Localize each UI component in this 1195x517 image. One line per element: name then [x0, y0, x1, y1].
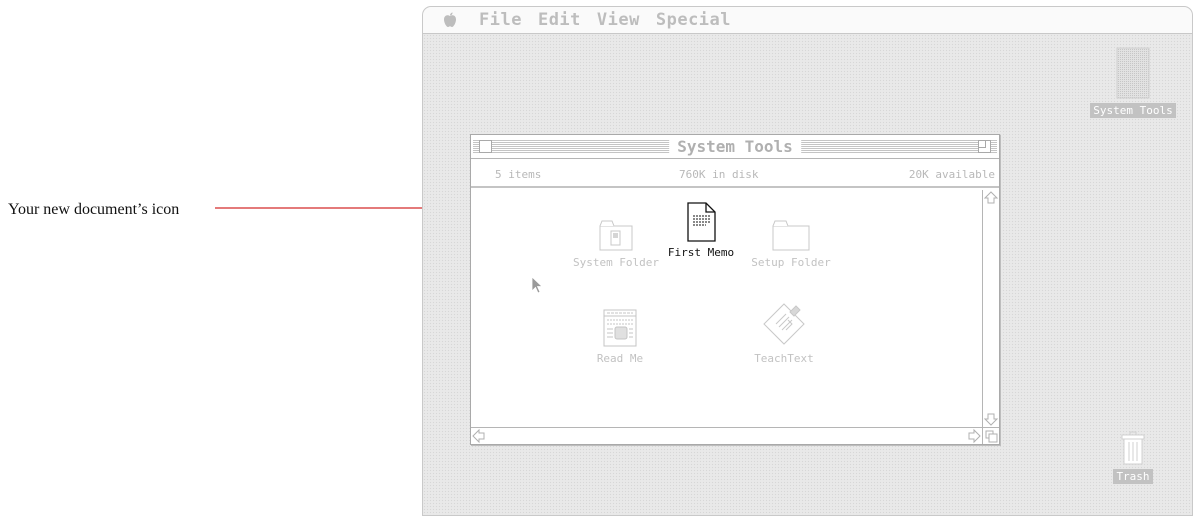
menu-bar: File Edit View Special: [423, 7, 1192, 34]
file-read-me[interactable]: Read Me: [575, 308, 665, 365]
window-titlebar[interactable]: System Tools: [471, 135, 999, 159]
zoom-box[interactable]: [978, 140, 991, 153]
disk-usage: 760K in disk: [679, 168, 759, 181]
file-name: Read Me: [596, 352, 644, 365]
scroll-up-arrow-icon[interactable]: [983, 190, 999, 206]
system-folder-icon: [599, 220, 633, 251]
window-content: System Folder First Memo Setup Folder Re…: [471, 190, 982, 427]
items-count: 5 items: [495, 168, 542, 181]
file-system-folder[interactable]: System Folder: [571, 218, 661, 269]
horizontal-scrollbar[interactable]: [471, 427, 982, 444]
file-name: System Folder: [572, 256, 660, 269]
trash-label: Trash: [1113, 469, 1153, 484]
desktop-disk-label: System Tools: [1090, 103, 1176, 118]
file-setup-folder[interactable]: Setup Folder: [746, 218, 836, 269]
read-me-document-icon: [603, 309, 637, 347]
apple-menu-icon[interactable]: [443, 12, 457, 28]
scroll-right-arrow-icon[interactable]: [966, 428, 982, 444]
menu-file[interactable]: File: [479, 10, 522, 30]
menu-view[interactable]: View: [597, 10, 640, 30]
file-name: Setup Folder: [751, 256, 831, 269]
teachtext-app-icon: [763, 303, 805, 345]
finder-window: System Tools 5 items 760K in disk 20K av…: [470, 134, 1000, 445]
window-info-bar: 5 items 760K in disk 20K available: [471, 160, 999, 188]
file-first-memo[interactable]: First Memo: [656, 202, 746, 259]
file-name: First Memo: [667, 246, 735, 259]
resize-icon: [985, 430, 998, 443]
mac-screen: File Edit View Special System Tools Tras…: [422, 6, 1193, 516]
trash-icon: [1121, 431, 1145, 465]
window-title: System Tools: [669, 137, 801, 156]
mouse-pointer-icon: [531, 276, 544, 294]
menu-edit[interactable]: Edit: [538, 10, 581, 30]
desktop-trash[interactable]: Trash: [1109, 431, 1157, 484]
document-icon: [687, 202, 716, 242]
disk-icon: [1116, 47, 1150, 99]
vertical-scrollbar[interactable]: [982, 190, 999, 427]
available-space: 20K available: [908, 168, 995, 181]
desktop-disk-system-tools[interactable]: System Tools: [1083, 47, 1183, 118]
file-teachtext[interactable]: TeachText: [739, 302, 829, 365]
folder-icon: [772, 220, 810, 251]
close-box[interactable]: [479, 140, 492, 153]
scroll-down-arrow-icon[interactable]: [983, 411, 999, 427]
scroll-left-arrow-icon[interactable]: [471, 428, 487, 444]
size-box[interactable]: [982, 427, 999, 444]
file-name: TeachText: [754, 352, 814, 365]
menu-special[interactable]: Special: [656, 10, 731, 30]
